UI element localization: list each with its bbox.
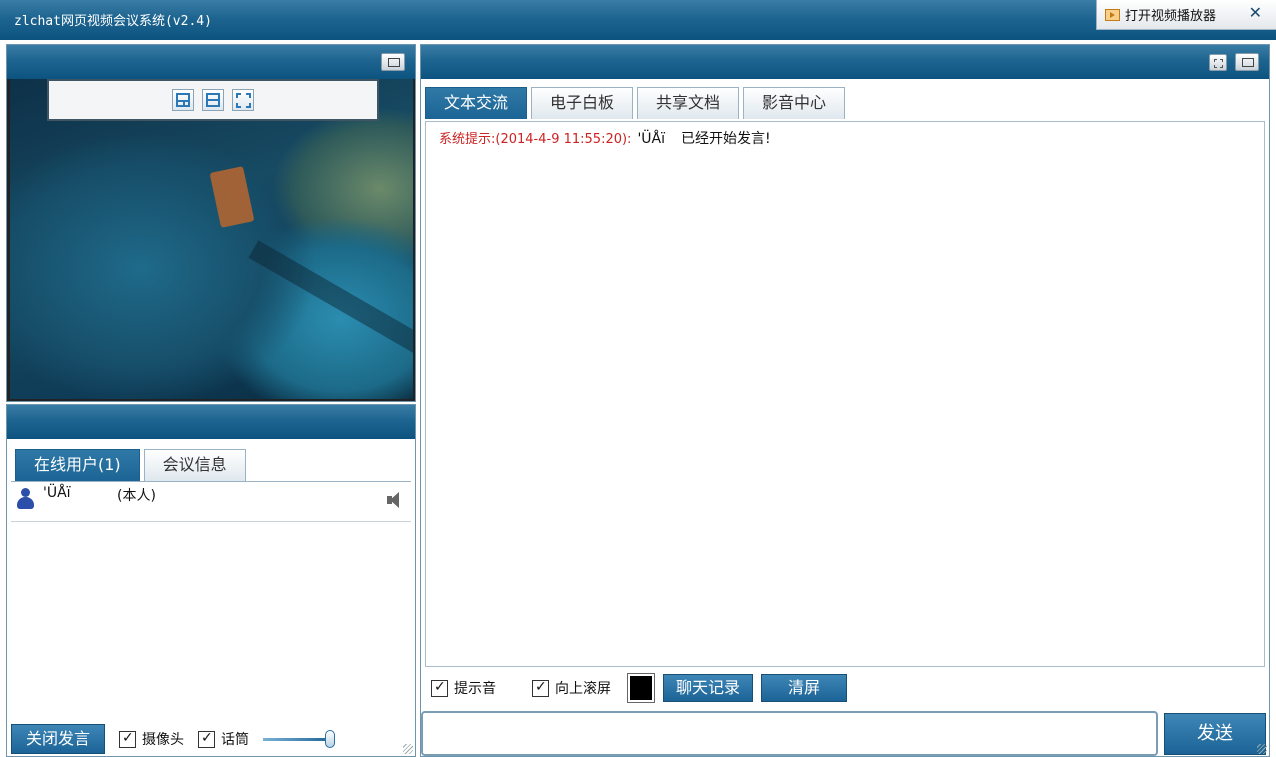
tab-shared-docs[interactable]: 共享文档	[637, 87, 740, 119]
message-time: (2014-4-9 11:55:20):	[495, 132, 632, 147]
list-item[interactable]: 'ÜÅï (本人)	[11, 482, 411, 522]
tab-whiteboard[interactable]: 电子白板	[531, 87, 634, 119]
user-tabs: 在线用户(1) 会议信息	[15, 449, 250, 481]
open-player-label: 打开视频播放器	[1125, 9, 1217, 24]
chat-message: 系统提示:(2014-4-9 11:55:20): 'ÜÅï 已经开始发言!	[439, 128, 1264, 148]
volume-knob[interactable]	[325, 730, 336, 748]
video-panel	[6, 44, 416, 402]
message-prefix: 系统提示:	[439, 132, 496, 147]
users-panel-header	[7, 405, 415, 439]
maximize-icon[interactable]	[1209, 54, 1227, 71]
title-bar: zlchat网页视频会议系统(v2.4) 打开视频播放器 ✕	[0, 0, 1276, 40]
camera-checkbox[interactable]: 摄像头	[119, 729, 184, 749]
users-panel: 在线用户(1) 会议信息 'ÜÅï (本人) 关闭发言 摄像头 话筒	[6, 404, 416, 757]
message-area[interactable]: 系统提示:(2014-4-9 11:55:20): 'ÜÅï 已经开始发言!	[425, 121, 1265, 667]
close-speak-button[interactable]: 关闭发言	[11, 724, 106, 754]
send-button[interactable]: 发送	[1164, 713, 1266, 755]
chat-tabs: 文本交流 电子白板 共享文档 影音中心	[425, 87, 849, 119]
tab-meeting-info[interactable]: 会议信息	[143, 449, 246, 481]
checkbox-icon	[431, 679, 448, 697]
app-title: zlchat网页视频会议系统(v2.4)	[14, 14, 212, 29]
layout-grid-icon[interactable]	[172, 89, 194, 111]
tab-text-chat[interactable]: 文本交流	[425, 87, 528, 119]
video-feed	[10, 79, 413, 399]
video-player-icon	[1105, 8, 1120, 21]
chat-history-button[interactable]: 聊天记录	[663, 674, 754, 702]
resize-grip-icon[interactable]	[403, 744, 413, 754]
sound-checkbox[interactable]: 提示音	[431, 678, 496, 698]
fullscreen-icon[interactable]	[232, 89, 254, 111]
chat-panel-header	[421, 45, 1269, 79]
checkbox-icon	[198, 730, 216, 748]
open-player-button[interactable]: 打开视频播放器 ✕	[1096, 0, 1276, 30]
font-color-picker[interactable]	[627, 673, 655, 703]
video-toolbar	[47, 79, 379, 121]
video-panel-header	[7, 45, 415, 79]
chat-toolbar: 提示音 向上滚屏 聊天记录 清屏	[425, 671, 1265, 705]
close-icon[interactable]: ✕	[1249, 3, 1262, 22]
restore-window-icon[interactable]	[381, 53, 405, 71]
user-avatar-icon	[17, 488, 34, 514]
chat-panel: 文本交流 电子白板 共享文档 影音中心 系统提示:(2014-4-9 11:55…	[420, 44, 1270, 757]
message-text: 已经开始发言!	[681, 131, 771, 147]
resize-grip-icon[interactable]	[1257, 744, 1267, 754]
restore-window-icon[interactable]	[1235, 53, 1259, 71]
volume-slider[interactable]	[263, 729, 337, 749]
checkbox-icon	[532, 679, 549, 697]
user-list: 'ÜÅï (本人)	[11, 481, 411, 721]
checkbox-icon	[119, 730, 137, 748]
mic-checkbox[interactable]: 话筒	[198, 729, 249, 749]
tab-media-center[interactable]: 影音中心	[743, 87, 846, 119]
scroll-up-checkbox[interactable]: 向上滚屏	[532, 678, 611, 698]
speaker-icon[interactable]	[385, 490, 405, 510]
layout-rows-icon[interactable]	[202, 89, 224, 111]
user-self-label: (本人)	[117, 488, 156, 504]
chat-input[interactable]	[421, 711, 1158, 756]
clear-screen-button[interactable]: 清屏	[761, 674, 848, 702]
tab-online-users[interactable]: 在线用户(1)	[15, 449, 140, 481]
message-user: 'ÜÅï	[637, 131, 666, 147]
user-name: 'ÜÅï	[43, 485, 71, 501]
user-footer: 关闭发言 摄像头 话筒	[11, 723, 411, 755]
